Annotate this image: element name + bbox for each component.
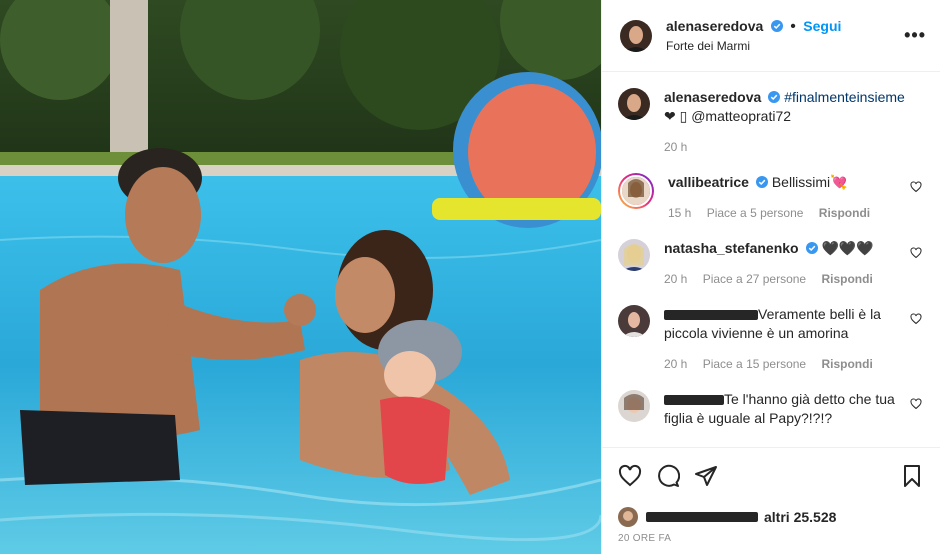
follow-button[interactable]: Segui: [803, 18, 841, 34]
comment-time[interactable]: 20 h: [664, 272, 687, 286]
comment-time[interactable]: 20 h: [664, 357, 687, 371]
commenter-avatar[interactable]: [618, 239, 650, 271]
likes-summary: altri 25.528: [602, 503, 940, 531]
redacted-liker-name: [646, 512, 758, 522]
separator-dot: •: [790, 18, 796, 35]
action-bar: [602, 447, 940, 503]
commenter-avatar[interactable]: [618, 390, 650, 422]
comment-likes[interactable]: Piace a 15 persone: [703, 357, 806, 371]
comment-body: natasha_stefanenko 🖤🖤🖤 20 h Piace a 27 p…: [664, 239, 926, 289]
comment-item: Veramente belli è la piccola vivienne è …: [618, 305, 926, 374]
caption-hashtag[interactable]: #finalmenteinsieme: [784, 89, 905, 105]
caption-body: alenaseredova #finalmenteinsieme ❤ ▯ @ma…: [664, 88, 926, 157]
caption-text: ❤ ▯ @matteoprati72: [664, 108, 792, 124]
comment-body: Te l'hanno già detto che tua figlia è ug…: [664, 390, 926, 428]
post-side-panel: alenaseredova • Segui Forte dei Marmi ••…: [601, 0, 940, 554]
comment-time[interactable]: 15 h: [668, 206, 691, 220]
pool-photo-illustration: [0, 0, 601, 554]
comment-meta: 20 h Piace a 15 persone Rispondi: [664, 355, 908, 374]
author-avatar[interactable]: [620, 19, 652, 52]
post-photo[interactable]: [0, 0, 601, 554]
comment-likes[interactable]: Piace a 5 persone: [707, 206, 804, 220]
comment-meta: 20 h Piace a 27 persone Rispondi: [664, 270, 908, 289]
comment-item: natasha_stefanenko 🖤🖤🖤 20 h Piace a 27 p…: [618, 239, 926, 289]
commenter-avatar[interactable]: [618, 305, 650, 337]
caption-username[interactable]: alenaseredova: [664, 89, 761, 105]
comment-heart-icon[interactable]: [910, 313, 922, 325]
bookmark-icon[interactable]: [900, 464, 924, 488]
comment-item: Te l'hanno già detto che tua figlia è ug…: [618, 390, 926, 428]
verified-badge-icon: [755, 176, 768, 188]
comment-body: vallibeatrice Bellissimi💘 15 h Piace a 5…: [668, 173, 926, 223]
caption-meta: 20 h: [664, 138, 908, 157]
reply-button[interactable]: Rispondi: [821, 272, 872, 286]
verified-badge-icon: [770, 20, 783, 32]
comment-meta: 15 h Piace a 5 persone Rispondi: [668, 204, 908, 223]
post-dialog: alenaseredova • Segui Forte dei Marmi ••…: [0, 0, 940, 554]
paper-plane-icon[interactable]: [694, 464, 718, 488]
comment-icon[interactable]: [656, 464, 680, 488]
caption-time[interactable]: 20 h: [664, 140, 687, 154]
post-timestamp[interactable]: 20 ORE FA: [602, 531, 940, 554]
redacted-username: [664, 310, 758, 321]
author-info: alenaseredova • Segui Forte dei Marmi: [666, 18, 904, 53]
commenter-username[interactable]: natasha_stefanenko: [664, 240, 799, 256]
verified-badge-icon: [805, 242, 818, 254]
more-dots-icon[interactable]: •••: [904, 25, 926, 46]
comment-text: Bellissimi💘: [771, 174, 848, 190]
verified-badge-icon: [768, 91, 781, 103]
comment-item: vallibeatrice Bellissimi💘 15 h Piace a 5…: [618, 173, 926, 223]
reply-button[interactable]: Rispondi: [819, 206, 870, 220]
comment-heart-icon[interactable]: [910, 181, 922, 193]
likes-count[interactable]: altri 25.528: [764, 509, 836, 525]
comment-likes[interactable]: Piace a 27 persone: [703, 272, 806, 286]
comment-body: Veramente belli è la piccola vivienne è …: [664, 305, 926, 374]
reply-button[interactable]: Rispondi: [821, 357, 872, 371]
post-header: alenaseredova • Segui Forte dei Marmi ••…: [602, 0, 940, 72]
comment-text: 🖤🖤🖤: [821, 240, 874, 256]
caption: alenaseredova #finalmenteinsieme ❤ ▯ @ma…: [618, 88, 926, 157]
redacted-username: [664, 395, 724, 406]
author-username[interactable]: alenaseredova: [666, 18, 763, 34]
comments-list[interactable]: alenaseredova #finalmenteinsieme ❤ ▯ @ma…: [602, 72, 940, 447]
caption-avatar[interactable]: [618, 88, 650, 120]
commenter-avatar[interactable]: [618, 173, 654, 209]
liker-avatar[interactable]: [618, 507, 638, 527]
commenter-username[interactable]: vallibeatrice: [668, 174, 749, 190]
heart-icon[interactable]: [618, 464, 642, 488]
location-link[interactable]: Forte dei Marmi: [666, 39, 904, 53]
comment-heart-icon[interactable]: [910, 247, 922, 259]
comment-heart-icon[interactable]: [910, 398, 922, 410]
